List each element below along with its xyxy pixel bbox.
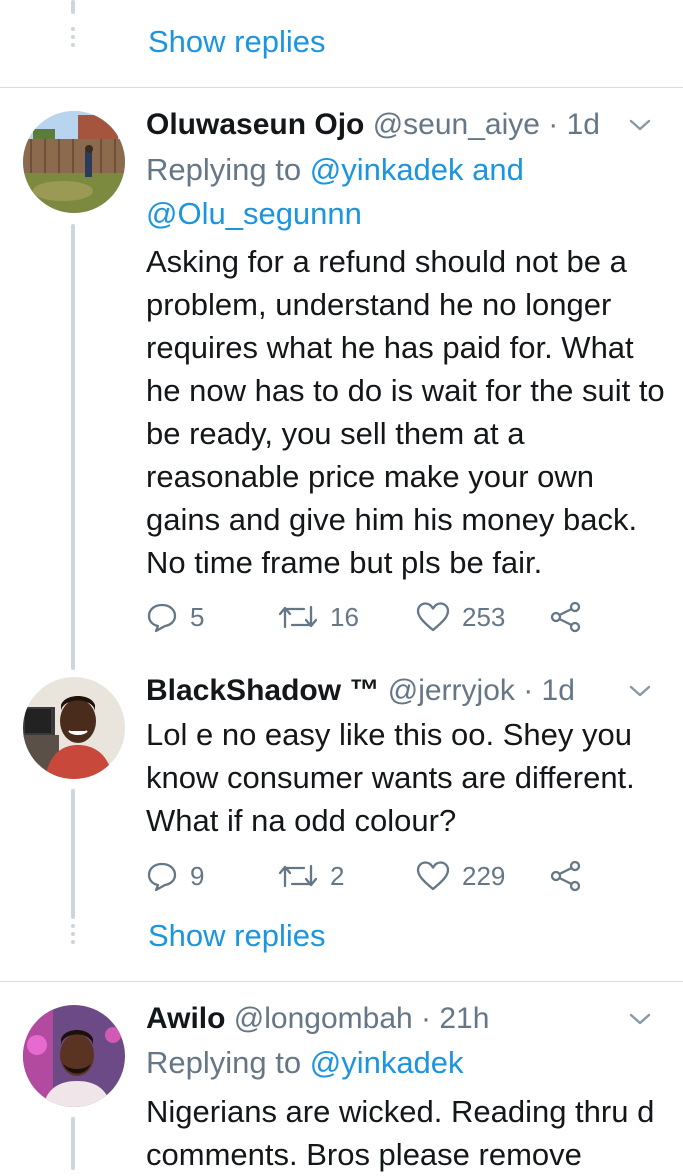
tweet-header: Awilo @longombah · 21h [146, 1001, 489, 1037]
thread-line [71, 224, 75, 670]
share-icon [550, 601, 581, 633]
mention-link[interactable]: @yinkadek [310, 1045, 464, 1080]
display-name[interactable]: Awilo [146, 1002, 225, 1035]
retweet-icon [278, 605, 318, 629]
like-icon [416, 602, 450, 632]
tweet-header: BlackShadow ™ @jerryjok · 1d [146, 673, 575, 709]
like-icon [416, 861, 450, 891]
thread-line-top [71, 0, 75, 14]
share-icon [550, 860, 581, 892]
thread-dots [71, 27, 75, 51]
like-button[interactable]: 253 [416, 597, 505, 637]
retweet-button[interactable]: 16 [278, 597, 359, 637]
chevron-down-icon[interactable] [627, 1006, 653, 1032]
tweet-text: Nigerians are wicked. Reading thru d com… [146, 1094, 655, 1172]
reply-icon [147, 862, 177, 892]
retweet-count: 2 [330, 860, 345, 891]
thread-line [71, 1117, 75, 1170]
share-button[interactable] [550, 856, 594, 896]
divider [0, 981, 683, 982]
like-count: 253 [462, 601, 506, 632]
retweet-icon [278, 864, 318, 888]
replying-to-label: Replying to [146, 152, 310, 187]
avatar[interactable] [23, 111, 125, 213]
tweet-text: Asking for a refund should not be a prob… [146, 244, 665, 580]
retweet-button[interactable]: 2 [278, 856, 344, 896]
share-button[interactable] [550, 597, 594, 637]
tweet-header: Oluwaseun Ojo @seun_aiye · 1d [146, 107, 600, 143]
thread-line [71, 789, 75, 919]
divider [0, 87, 683, 88]
show-replies-link[interactable]: Show replies [148, 24, 325, 60]
replying-and: and [463, 152, 524, 187]
like-button[interactable]: 229 [416, 856, 505, 896]
timestamp[interactable]: · 21h [421, 1002, 489, 1035]
avatar[interactable] [23, 677, 125, 779]
reply-button[interactable]: 5 [146, 597, 204, 637]
display-name[interactable]: BlackShadow ™ [146, 674, 379, 707]
timestamp[interactable]: · 1d [523, 674, 575, 707]
thread-dots [71, 924, 75, 948]
handle[interactable]: @seun_aiye [373, 108, 540, 141]
replying-to: Replying to @yinkadek and @Olu_segunnn [146, 148, 656, 236]
display-name[interactable]: Oluwaseun Ojo [146, 108, 364, 141]
tweet-text: Lol e no easy like this oo. Shey you kno… [146, 717, 635, 838]
retweet-count: 16 [330, 601, 359, 632]
reply-icon [147, 603, 177, 633]
chevron-down-icon[interactable] [627, 678, 653, 704]
reply-button[interactable]: 9 [146, 856, 204, 896]
reply-count: 5 [190, 601, 205, 632]
timestamp[interactable]: · 1d [548, 108, 600, 141]
mention-link[interactable]: @Olu_segunnn [146, 196, 362, 231]
like-count: 229 [462, 860, 506, 891]
avatar[interactable] [23, 1005, 125, 1107]
replying-to-label: Replying to [146, 1045, 310, 1080]
replying-to: Replying to @yinkadek [146, 1041, 656, 1085]
mention-link[interactable]: @yinkadek [310, 152, 464, 187]
reply-count: 9 [190, 860, 205, 891]
handle[interactable]: @longombah [234, 1002, 413, 1035]
handle[interactable]: @jerryjok [388, 674, 515, 707]
chevron-down-icon[interactable] [627, 112, 653, 138]
show-replies-link[interactable]: Show replies [148, 918, 325, 954]
